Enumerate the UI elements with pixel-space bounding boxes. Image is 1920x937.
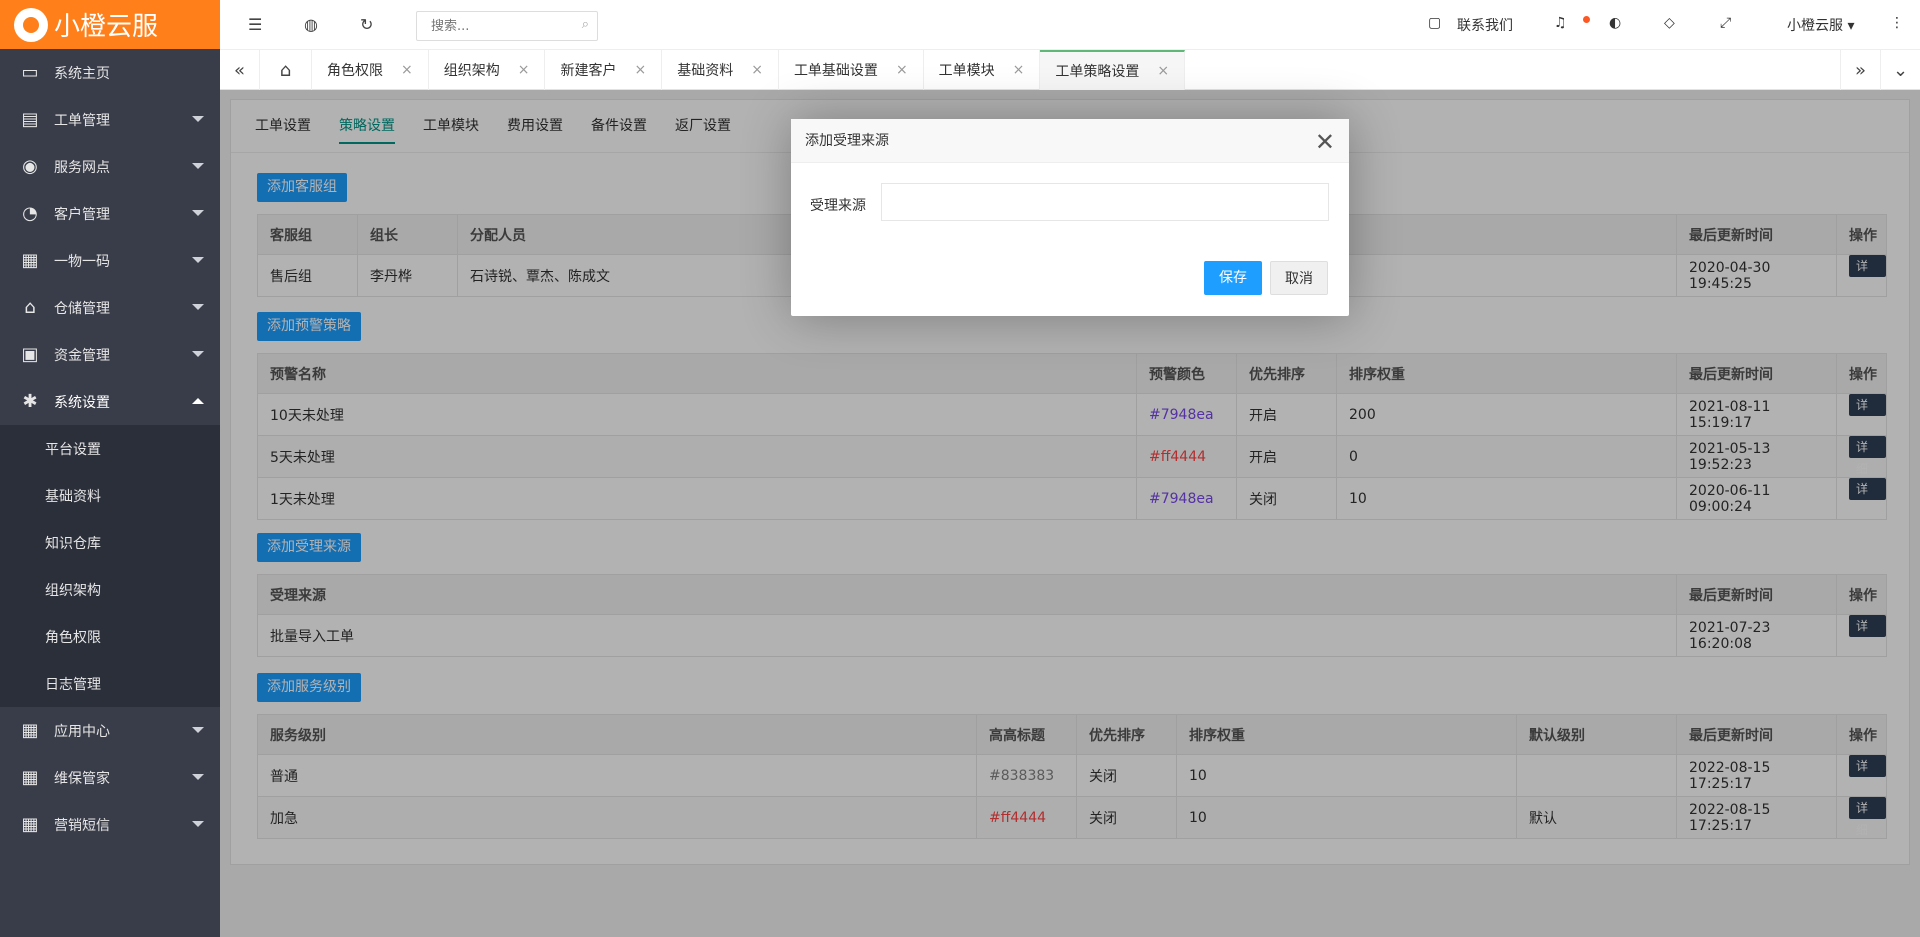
submenu-item-platform[interactable]: 平台设置: [0, 425, 220, 472]
save-button[interactable]: 保存: [1204, 261, 1262, 295]
palette-icon[interactable]: ◐: [1609, 15, 1621, 31]
search-box: ⌕: [416, 11, 598, 41]
globe-icon: ◉: [22, 156, 38, 177]
cancel-button[interactable]: 取消: [1270, 261, 1328, 295]
sidebar-item-label: 一物一码: [54, 253, 110, 270]
tab-controls: » ⌄: [1840, 50, 1920, 90]
tab-roles[interactable]: 角色权限 ×: [312, 50, 429, 90]
sidebar-item-label: 仓储管理: [54, 300, 110, 317]
search-icon[interactable]: ⌕: [582, 17, 589, 32]
grid-icon: ▦: [21, 814, 39, 835]
dialog-title: 添加受理来源: [791, 119, 1349, 163]
grid-icon: ▦: [21, 250, 39, 271]
gear-icon: ✱: [22, 391, 38, 412]
tab-workorder-strategy[interactable]: 工单策略设置 ×: [1040, 50, 1186, 90]
close-icon[interactable]: ×: [896, 62, 908, 78]
refresh-icon[interactable]: ↻: [360, 15, 373, 34]
tab-workorder-module[interactable]: 工单模块 ×: [924, 50, 1041, 90]
sidebar-item-warehouse[interactable]: ⌂ 仓储管理: [0, 284, 220, 331]
chevron-down-icon: [192, 351, 204, 357]
chevron-down-icon: [192, 774, 204, 780]
page-tabs: « ⌂ 角色权限 × 组织架构 × 新建客户 × 基础资料 × 工单基础设置 × 工单模块…: [220, 50, 1920, 90]
submenu-item-logs[interactable]: 日志管理: [0, 660, 220, 707]
close-icon[interactable]: ✕: [1315, 128, 1335, 156]
grid-icon: ▦: [21, 767, 39, 788]
chevron-down-icon: [192, 257, 204, 263]
tab-new-customer[interactable]: 新建客户 ×: [545, 50, 663, 90]
sidebar-item-label: 系统主页: [54, 65, 110, 82]
close-icon[interactable]: ×: [751, 62, 763, 78]
sidebar-item-workorder[interactable]: ▤ 工单管理: [0, 96, 220, 143]
source-input[interactable]: [881, 183, 1329, 221]
close-icon[interactable]: ×: [1157, 63, 1169, 79]
chevron-down-icon: [192, 821, 204, 827]
sidebar-item-home[interactable]: ▭ 系统主页: [0, 49, 220, 96]
sidebar-item-funds[interactable]: ▣ 资金管理: [0, 331, 220, 378]
chevron-down-icon: [192, 210, 204, 216]
sidebar-item-label: 工单管理: [54, 112, 110, 129]
submenu-item-knowledge[interactable]: 知识仓库: [0, 519, 220, 566]
bell-icon[interactable]: ♫: [1554, 15, 1567, 31]
brand-name: 小橙云服: [54, 12, 159, 42]
close-icon[interactable]: ×: [518, 62, 530, 78]
user-menu[interactable]: 小橙云服 ▾: [1787, 15, 1854, 35]
more-icon[interactable]: ⋮: [1890, 15, 1904, 31]
home-tab-icon[interactable]: ⌂: [260, 50, 312, 90]
sidebar-item-maintenance[interactable]: ▦ 维保管家: [0, 754, 220, 801]
user-icon: ◔: [22, 203, 38, 224]
tabs-dropdown-icon[interactable]: ⌄: [1880, 50, 1920, 90]
sidebar-item-sms[interactable]: ▦ 营销短信: [0, 801, 220, 848]
sidebar-item-label: 客户管理: [54, 206, 110, 223]
close-icon[interactable]: ×: [634, 62, 646, 78]
sidebar-item-label: 服务网点: [54, 159, 110, 176]
sidebar-item-outlets[interactable]: ◉ 服务网点: [0, 143, 220, 190]
brand-logo[interactable]: 小橙云服: [0, 0, 220, 49]
tab-org[interactable]: 组织架构 ×: [429, 50, 546, 90]
close-icon[interactable]: ×: [401, 62, 413, 78]
menu-toggle-icon[interactable]: ☰: [248, 15, 262, 34]
sidebar-item-label: 营销短信: [54, 817, 110, 834]
add-source-dialog: 添加受理来源 ✕ 受理来源 保存 取消: [791, 119, 1349, 316]
chevron-down-icon: [192, 163, 204, 169]
sidebar-item-label: 资金管理: [54, 347, 110, 364]
sidebar-item-customers[interactable]: ◔ 客户管理: [0, 190, 220, 237]
tabs-scroll-left-icon[interactable]: «: [220, 50, 260, 90]
grid-icon: ▦: [21, 720, 39, 741]
submenu-item-org[interactable]: 组织架构: [0, 566, 220, 613]
tabs-scroll-right-icon[interactable]: »: [1840, 50, 1880, 90]
globe-icon[interactable]: ◍: [304, 15, 318, 34]
bank-icon: ⌂: [24, 297, 36, 318]
chat-icon[interactable]: ▢: [1428, 15, 1441, 31]
chevron-up-icon: [192, 398, 204, 404]
user-name: 小橙云服: [1787, 18, 1843, 34]
fullscreen-icon[interactable]: ⤢: [1720, 15, 1731, 31]
sidebar-item-qrcode[interactable]: ▦ 一物一码: [0, 237, 220, 284]
tag-icon[interactable]: ◇: [1664, 15, 1675, 31]
source-field-label: 受理来源: [810, 198, 866, 214]
chevron-down-icon: [192, 727, 204, 733]
contact-us-link[interactable]: 联系我们: [1457, 15, 1513, 35]
tab-workorder-basic[interactable]: 工单基础设置 ×: [779, 50, 924, 90]
logo-icon: [14, 7, 48, 42]
chevron-down-icon: [192, 304, 204, 310]
sidebar: 小橙云服 ▭ 系统主页 ▤ 工单管理 ◉ 服务网点 ◔ 客户管理 ▦ 一物一码 …: [0, 0, 220, 937]
submenu-item-basic-data[interactable]: 基础资料: [0, 472, 220, 519]
top-header: ☰ ◍ ↻ ⌕ ▢ 联系我们 ♫ ◐ ◇ ⤢ 小橙云服 ▾ ⋮: [220, 0, 1920, 50]
money-icon: ▣: [21, 344, 39, 365]
chevron-down-icon: [192, 116, 204, 122]
submenu-item-roles[interactable]: 角色权限: [0, 613, 220, 660]
sidebar-item-label: 应用中心: [54, 723, 110, 740]
search-input[interactable]: [417, 12, 557, 40]
sidebar-item-apps[interactable]: ▦ 应用中心: [0, 707, 220, 754]
document-icon: ▤: [21, 109, 39, 130]
sidebar-item-settings[interactable]: ✱ 系统设置: [0, 378, 220, 425]
tab-basic-data[interactable]: 基础资料 ×: [662, 50, 779, 90]
settings-submenu: 平台设置 基础资料 知识仓库 组织架构 角色权限 日志管理: [0, 425, 220, 707]
sidebar-item-label: 系统设置: [54, 394, 110, 411]
monitor-icon: ▭: [21, 62, 39, 83]
notification-dot: [1583, 16, 1590, 23]
sidebar-item-label: 维保管家: [54, 770, 110, 787]
close-icon[interactable]: ×: [1013, 62, 1025, 78]
